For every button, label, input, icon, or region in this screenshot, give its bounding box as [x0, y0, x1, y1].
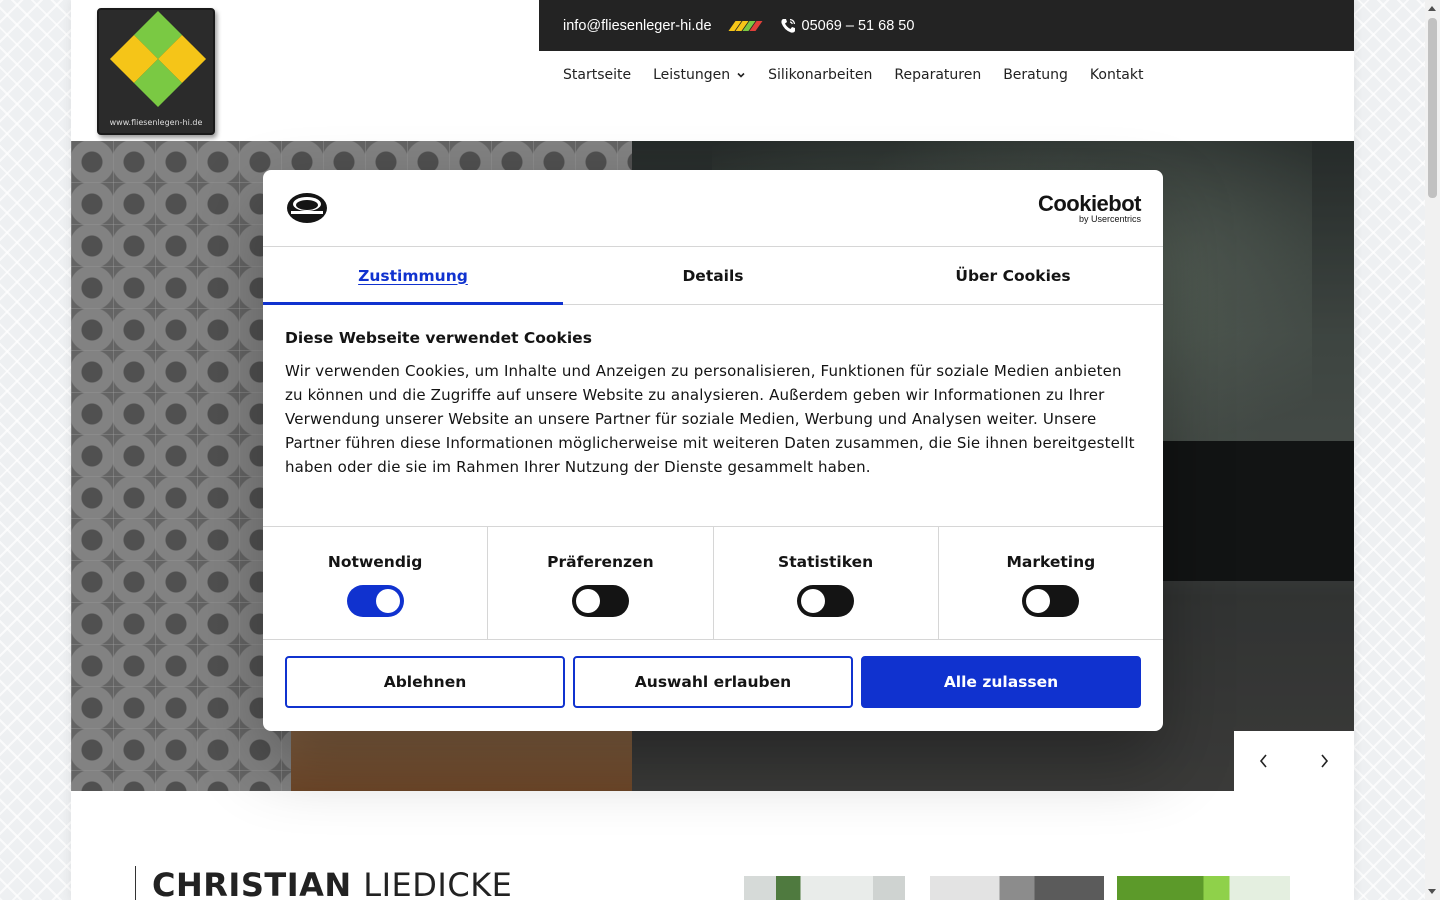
phone-number: 05069 – 51 68 50 [801, 17, 915, 34]
page-scrollbar[interactable] [1425, 0, 1440, 900]
slider-next-button[interactable] [1294, 731, 1354, 791]
dialog-description: Wir verwenden Cookies, um Inhalte und An… [285, 362, 1135, 476]
category-label: Präferenzen [547, 553, 654, 571]
scroll-down-icon[interactable] [1428, 889, 1436, 894]
category-statistiken: Statistiken [714, 527, 939, 639]
allow-all-button[interactable]: Alle zulassen [861, 656, 1141, 708]
scroll-up-icon[interactable] [1428, 6, 1436, 11]
slider-controls [1234, 731, 1354, 791]
gallery-thumbnail[interactable] [744, 876, 905, 900]
brand-subtitle: by Usercentrics [1078, 213, 1141, 224]
dialog-buttons: Ablehnen Auswahl erlauben Alle zulassen [263, 640, 1163, 724]
phone-icon [780, 18, 795, 33]
allow-selection-button[interactable]: Auswahl erlauben [573, 656, 853, 708]
nav-item-kontakt[interactable]: Kontakt [1090, 67, 1144, 83]
nav-label: Startseite [563, 67, 632, 83]
brand-name: Cookiebot [1037, 190, 1142, 216]
toggle-knob [801, 589, 826, 613]
main-nav: Startseite Leistungen Silikonarbeiten Re… [563, 67, 1143, 83]
dialog-header: Cookiebot by Usercentrics [263, 170, 1163, 247]
nav-label: Leistungen [653, 67, 731, 83]
category-label: Statistiken [778, 553, 874, 571]
category-label: Notwendig [327, 553, 423, 571]
category-marketing: Marketing [939, 527, 1163, 639]
decline-button[interactable]: Ablehnen [285, 656, 565, 708]
nav-item-silikonarbeiten[interactable]: Silikonarbeiten [768, 67, 872, 83]
cookiebot-wordmark: Cookiebot by Usercentrics [1037, 190, 1142, 224]
nav-label: Silikonarbeiten [768, 67, 873, 83]
category-praeferenzen: Präferenzen [488, 527, 714, 639]
site-logo[interactable]: www.fliesenlegen-hi.de [97, 8, 215, 135]
statistiken-toggle[interactable] [797, 585, 855, 617]
marketing-toggle[interactable] [1022, 585, 1080, 617]
dialog-body: Diese Webseite verwendet Cookies Wir ver… [263, 305, 1163, 526]
nav-item-beratung[interactable]: Beratung [1003, 67, 1068, 83]
notwendig-toggle[interactable] [346, 585, 404, 617]
consent-categories: Notwendig Präferenzen Statistiken Market… [263, 526, 1163, 640]
nav-label: Kontakt [1089, 67, 1144, 83]
toggle-knob [375, 589, 400, 613]
cookie-consent-dialog: Cookiebot by Usercentrics Zustimmung Det… [263, 170, 1163, 731]
owner-last-name: LIEDICKE [363, 866, 513, 900]
cookiebot-logo-icon [287, 193, 327, 223]
chevron-down-icon [737, 72, 745, 78]
category-label: Marketing [1006, 553, 1096, 571]
phone-contact[interactable]: 05069 – 51 68 50 [780, 17, 915, 34]
toggle-knob [1026, 589, 1051, 613]
tab-zustimmung[interactable]: Zustimmung [263, 247, 563, 305]
nav-label: Reparaturen [894, 67, 982, 83]
praeferenzen-toggle[interactable] [571, 585, 629, 617]
logo-url-text: www.fliesenlegen-hi.de [109, 118, 203, 127]
color-stripes-icon [728, 20, 763, 31]
slider-prev-button[interactable] [1234, 731, 1294, 791]
contact-topbar: info@fliesenleger-hi.de 05069 – 51 68 50 [539, 0, 1354, 51]
category-notwendig: Notwendig [263, 527, 489, 639]
chevron-left-icon [1259, 754, 1267, 768]
nav-item-leistungen[interactable]: Leistungen [653, 67, 746, 83]
dialog-heading: Diese Webseite verwendet Cookies [285, 329, 592, 347]
chevron-right-icon [1321, 754, 1329, 768]
owner-first-name: CHRISTIAN [152, 866, 352, 900]
owner-name-heading: CHRISTIAN LIEDICKE [135, 866, 512, 900]
tab-details[interactable]: Details [563, 247, 863, 304]
email-link[interactable]: info@fliesenleger-hi.de [563, 18, 712, 34]
scrollbar-thumb[interactable] [1428, 18, 1437, 198]
dialog-tabs: Zustimmung Details Über Cookies [263, 247, 1163, 305]
nav-item-startseite[interactable]: Startseite [563, 67, 631, 83]
nav-item-reparaturen[interactable]: Reparaturen [894, 67, 981, 83]
nav-label: Beratung [1003, 67, 1068, 83]
toggle-knob [575, 589, 600, 613]
gallery-thumbnail[interactable] [930, 876, 1104, 900]
gallery-thumbnail[interactable] [1117, 876, 1290, 900]
tab-ueber-cookies[interactable]: Über Cookies [863, 247, 1163, 304]
